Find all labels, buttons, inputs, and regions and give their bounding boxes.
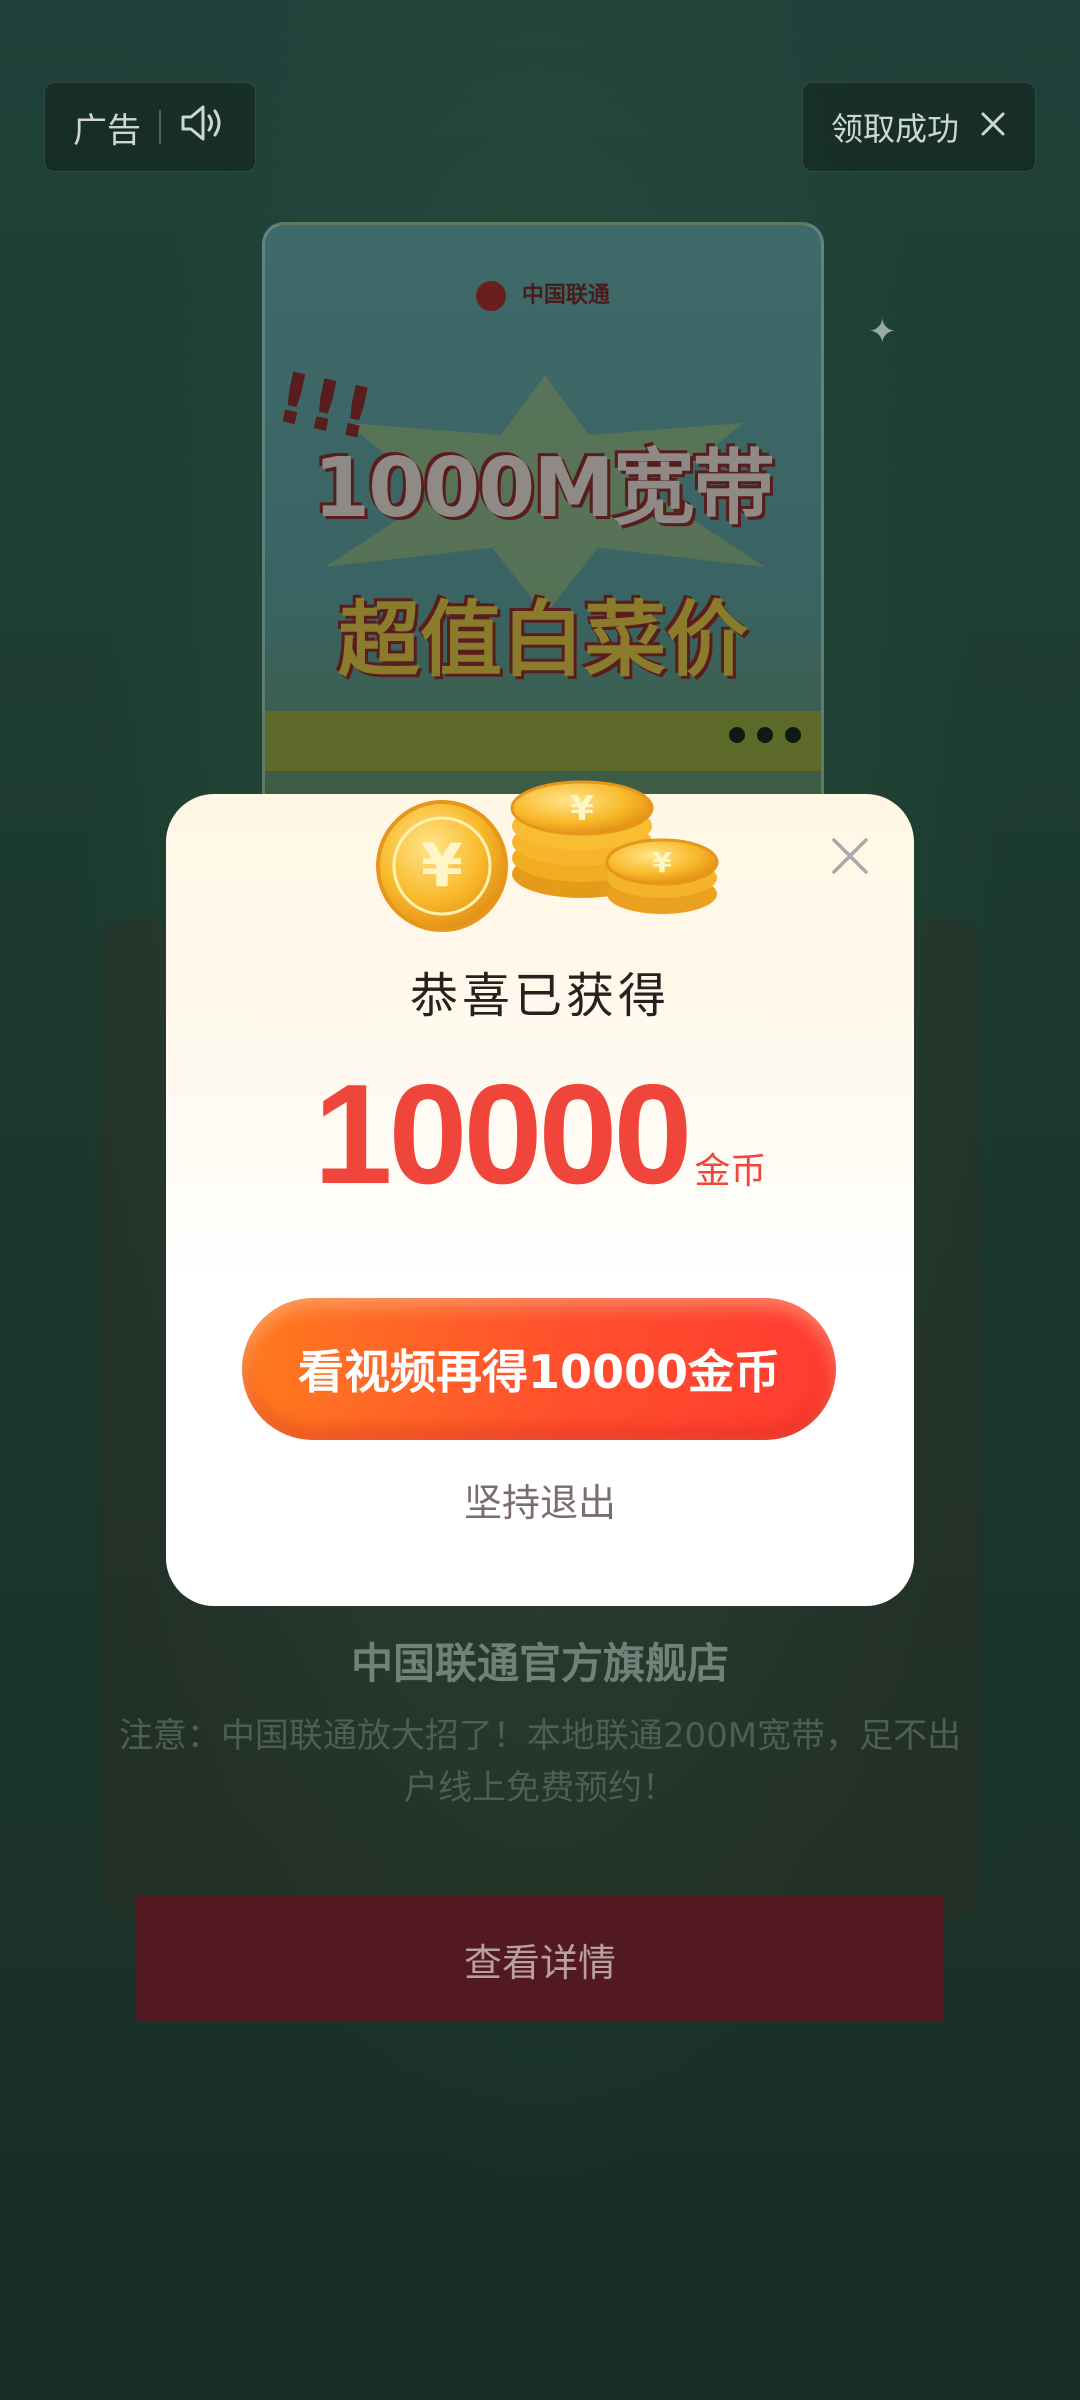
ad-badge: 广告 — [44, 82, 256, 172]
svg-text:¥: ¥ — [421, 831, 463, 901]
view-details-button[interactable]: 查看详情 — [136, 1896, 944, 2022]
svg-text:¥: ¥ — [652, 846, 672, 879]
quit-link[interactable]: 坚持退出 — [166, 1472, 914, 1527]
watch-video-button[interactable]: 看视频再得10000金币 — [242, 1298, 836, 1440]
more-options-icon[interactable] — [729, 727, 801, 743]
ad-label: 广告 — [73, 110, 141, 151]
speaker-icon[interactable] — [179, 103, 227, 152]
reward-unit: 金币 — [694, 1151, 767, 1192]
reward-amount: 10000 — [313, 1055, 693, 1214]
unicom-logo-icon — [476, 281, 507, 311]
brand-name: 中国联通 — [521, 283, 610, 308]
store-name: 中国联通官方旗舰店 — [350, 1639, 729, 1688]
reward-status-text: 领取成功 — [830, 110, 959, 148]
gold-coins-icon: ¥ ¥ ¥ — [352, 734, 732, 934]
reward-status-close[interactable]: 领取成功 — [802, 82, 1036, 172]
reward-dialog: ¥ ¥ ¥ 恭喜已获得 10000 金币 看视频再得10000金币 坚持退出 — [166, 780, 914, 1606]
reward-amount-row: 10000 金币 — [166, 1064, 914, 1206]
close-icon[interactable] — [830, 836, 870, 876]
ad-subline: 超值白菜价 — [337, 593, 748, 688]
divider — [159, 110, 161, 144]
sparkle-icon: ✦ — [868, 312, 897, 352]
congrats-title: 恭喜已获得 — [409, 968, 670, 1024]
close-icon[interactable] — [979, 108, 1007, 146]
svg-text:¥: ¥ — [570, 789, 594, 829]
store-description: 注意：中国联通放大招了！本地联通200M宽带，足不出户线上免费预约！ — [118, 1716, 962, 1808]
ad-headline: 1000M宽带 — [313, 441, 775, 536]
brand-logo: 中国联通 — [265, 277, 821, 311]
